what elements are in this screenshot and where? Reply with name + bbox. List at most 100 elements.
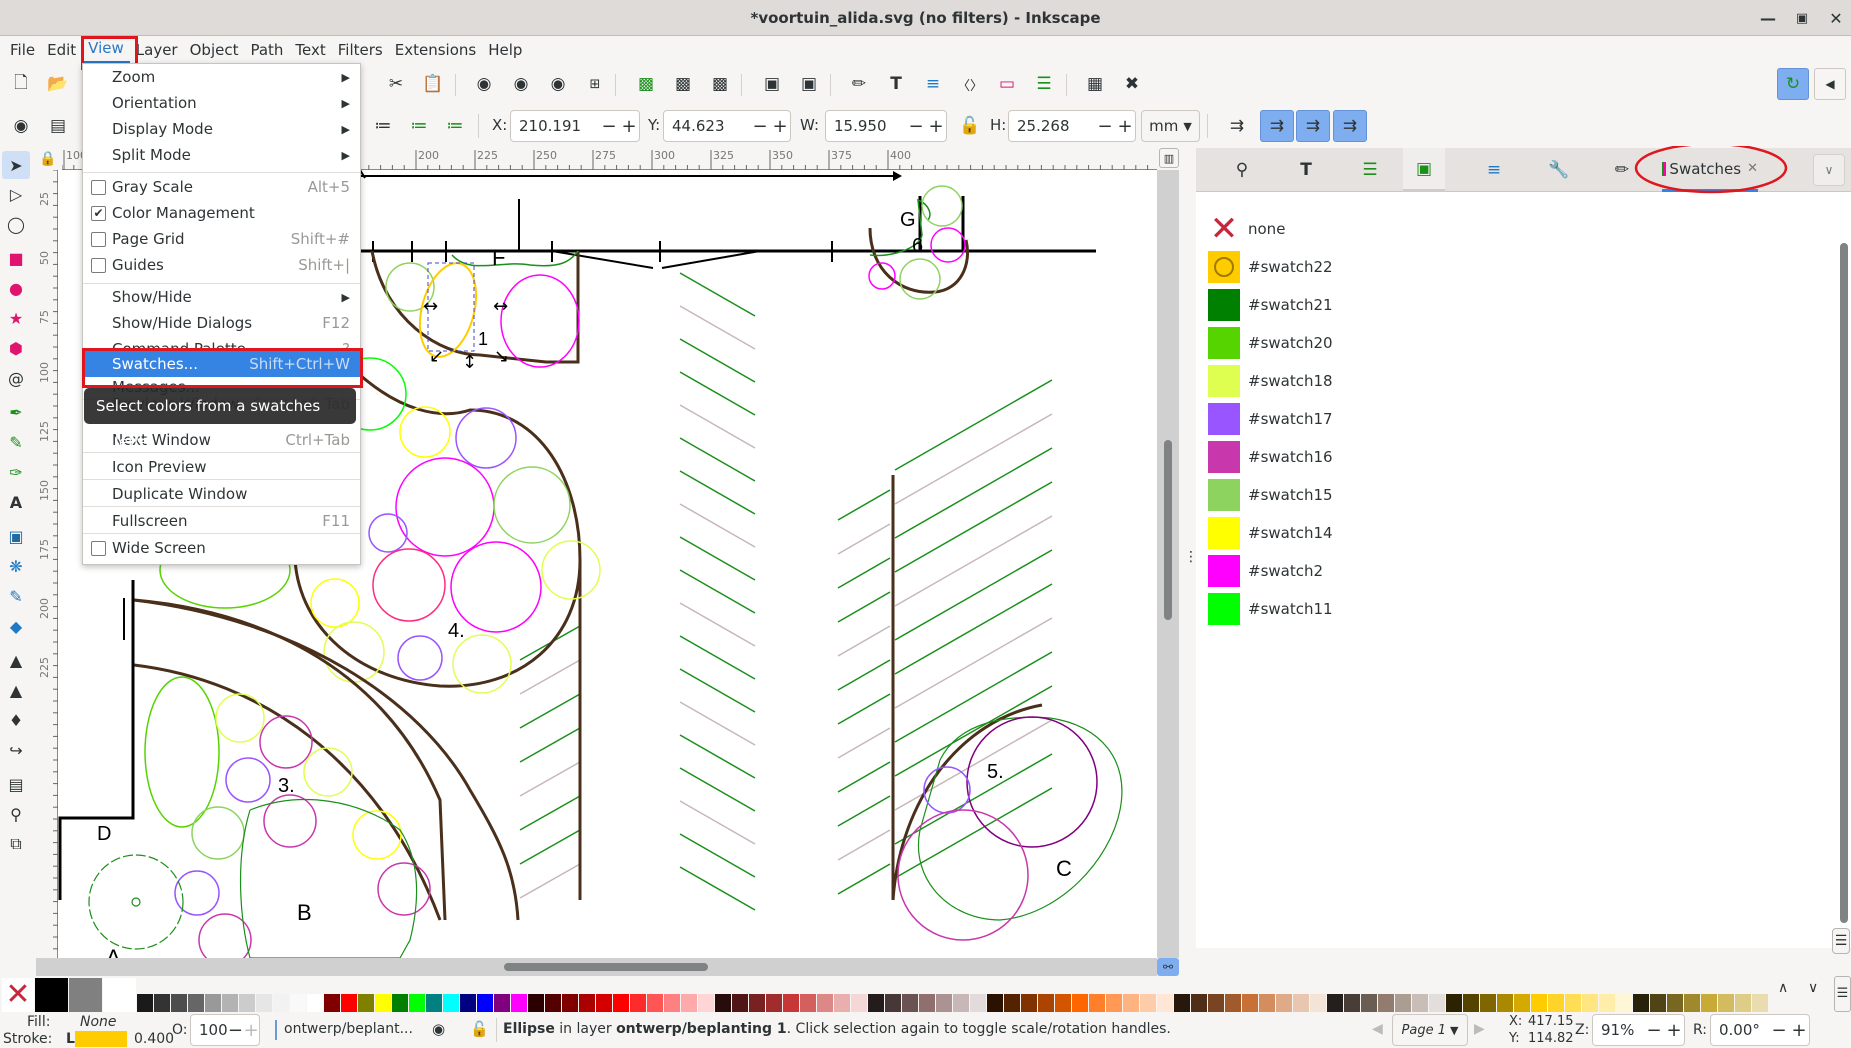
view-menu-item-color-management[interactable]: ✔ Color Management (83, 200, 360, 226)
zoom-page-icon[interactable]: ◉ (543, 69, 573, 99)
palette-swatch[interactable] (664, 994, 680, 1012)
palette-swatch[interactable] (1191, 994, 1207, 1012)
calligraphy-tool-icon[interactable]: ✑ (2, 458, 30, 486)
palette-swatch[interactable] (443, 994, 459, 1012)
palette-swatch[interactable] (1667, 994, 1683, 1012)
palette-swatch[interactable] (1293, 994, 1309, 1012)
palette-swatch[interactable] (1497, 994, 1513, 1012)
w-spinbox[interactable]: 15.950 − + (825, 110, 947, 142)
swatch-item[interactable]: #swatch18 (1208, 364, 1333, 398)
swatch-item[interactable]: #swatch14 (1208, 516, 1333, 550)
tab-preferences[interactable]: 🔧 (1529, 148, 1589, 192)
palette-swatch[interactable] (137, 994, 153, 1012)
layer-visibility-icon[interactable]: ◉ (432, 1020, 445, 1038)
palette-swatch[interactable] (494, 994, 510, 1012)
transform-patterns-icon[interactable]: ⇉ (1333, 110, 1367, 142)
tab-export[interactable]: ▣ (1403, 148, 1445, 192)
palette-swatch[interactable] (409, 994, 425, 1012)
fill-stroke-icon[interactable]: ✏ (844, 69, 874, 99)
tab-layers[interactable]: ≡ (1464, 148, 1524, 192)
palette-swatch[interactable] (1174, 994, 1190, 1012)
scale-handle-bottom-right[interactable]: ↘ (494, 346, 509, 367)
view-menu-item-show-hide-dialogs[interactable]: Show/Hide Dialogs F12 (83, 310, 360, 336)
vertical-scrollbar-thumb[interactable] (1164, 440, 1172, 620)
palette-swatch[interactable] (715, 994, 731, 1012)
swatch-item[interactable]: #swatch16 (1208, 440, 1333, 474)
ellipse-tool-icon[interactable]: ● (2, 274, 30, 302)
pages-tool-icon[interactable]: ▤ (2, 770, 30, 798)
tab-text-font[interactable]: T (1276, 148, 1336, 192)
select-all-icon[interactable]: ◉ (6, 111, 36, 141)
palette-swatch[interactable] (1752, 994, 1768, 1012)
palette-swatch[interactable] (1072, 994, 1088, 1012)
palette-swatch[interactable] (1718, 994, 1734, 1012)
palette-swatch[interactable] (103, 978, 136, 1012)
view-menu-item-show-hide[interactable]: Show/Hide ▶ (83, 284, 360, 310)
unit-dropdown[interactable]: mm ▼ (1141, 110, 1200, 142)
shape-builder-tool-icon[interactable]: ◯ (2, 210, 30, 238)
y-increment-button[interactable]: + (770, 116, 790, 137)
opacity-decrement-button[interactable]: − (228, 1020, 244, 1041)
snap-toggle-icon[interactable]: ↻ (1777, 68, 1809, 100)
menu-filters[interactable]: Filters (332, 36, 389, 64)
xml-editor-icon[interactable]: 〈〉 (955, 69, 985, 99)
view-menu-item-zoom[interactable]: Zoom ▶ (83, 64, 360, 90)
palette-swatch[interactable] (681, 994, 697, 1012)
palette-menu-icon[interactable]: ☰ (1834, 976, 1851, 1012)
swatches-scrollbar-thumb[interactable] (1840, 243, 1848, 923)
h-decrement-button[interactable]: − (1095, 116, 1115, 137)
palette-swatch[interactable] (613, 994, 629, 1012)
palette-swatch[interactable] (783, 994, 799, 1012)
palette-swatch[interactable] (851, 994, 867, 1012)
transform-gradients-icon[interactable]: ⇉ (1296, 110, 1330, 142)
palette-swatch[interactable] (545, 994, 561, 1012)
palette-swatch[interactable] (579, 994, 595, 1012)
x-spinbox[interactable]: 210.191 − + (510, 110, 640, 142)
canvas-display-mode-icon[interactable]: ▥ (1159, 148, 1179, 168)
palette-swatch[interactable] (1140, 994, 1156, 1012)
zoom-spinbox[interactable]: 91% − + (1592, 1014, 1685, 1046)
color-management-toggle-icon[interactable]: ⚯ (1157, 958, 1179, 976)
swatch-item[interactable]: #swatch11 (1208, 592, 1333, 626)
palette-swatch[interactable] (1208, 994, 1224, 1012)
palette-swatch[interactable] (1633, 994, 1649, 1012)
opacity-value[interactable]: 100 (191, 1021, 228, 1039)
text-tool-icon[interactable]: A (2, 488, 30, 516)
checkbox-icon[interactable] (91, 540, 106, 556)
palette-swatch[interactable] (562, 994, 578, 1012)
palette-swatch[interactable] (1361, 994, 1377, 1012)
palette-swatch[interactable] (1055, 994, 1071, 1012)
palette-swatch[interactable] (1327, 994, 1343, 1012)
view-menu-item-wide-screen[interactable]: Wide Screen (83, 535, 360, 561)
palette-swatch[interactable] (1395, 994, 1411, 1012)
menu-edit[interactable]: Edit (41, 36, 82, 64)
palette-swatch[interactable] (188, 994, 204, 1012)
view-menu-item-duplicate-window[interactable]: Duplicate Window (83, 481, 360, 507)
lower-icon[interactable]: ≔ (404, 111, 434, 141)
y-value[interactable]: 44.623 (664, 117, 750, 135)
scale-handle-bottom[interactable]: ↕ (462, 352, 477, 373)
eraser-tool-icon[interactable]: ♦ (2, 706, 30, 734)
w-increment-button[interactable]: + (926, 116, 946, 137)
checkbox-checked-icon[interactable]: ✔ (91, 205, 106, 221)
stroke-color-swatch[interactable] (75, 1031, 127, 1047)
palette-swatch[interactable] (1412, 994, 1428, 1012)
palette-swatch[interactable] (1446, 994, 1462, 1012)
horizontal-scrollbar-thumb[interactable] (504, 963, 708, 971)
palette-swatch[interactable] (35, 978, 68, 1012)
palette-swatch[interactable] (919, 994, 935, 1012)
palette-swatch[interactable] (324, 994, 340, 1012)
palette-swatch[interactable] (477, 994, 493, 1012)
swatch-item[interactable]: #swatch17 (1208, 402, 1333, 436)
palette-scroll-up-icon[interactable]: ∧ (1778, 980, 1788, 996)
print-preview-icon[interactable]: ▦ (1080, 69, 1110, 99)
palette-swatch[interactable] (341, 994, 357, 1012)
maximize-icon[interactable]: ▣ (1788, 6, 1816, 30)
zoom-drawing-icon[interactable]: ◉ (506, 69, 536, 99)
rotate-cw-button[interactable]: + (1789, 1020, 1809, 1041)
zoom-center-page-icon[interactable]: ⊞ (580, 69, 610, 99)
scale-handle-right[interactable]: ↔ (493, 296, 508, 317)
star-tool-icon[interactable]: ★ (2, 304, 30, 332)
palette-swatch[interactable] (1004, 994, 1020, 1012)
palette-swatch[interactable] (868, 994, 884, 1012)
